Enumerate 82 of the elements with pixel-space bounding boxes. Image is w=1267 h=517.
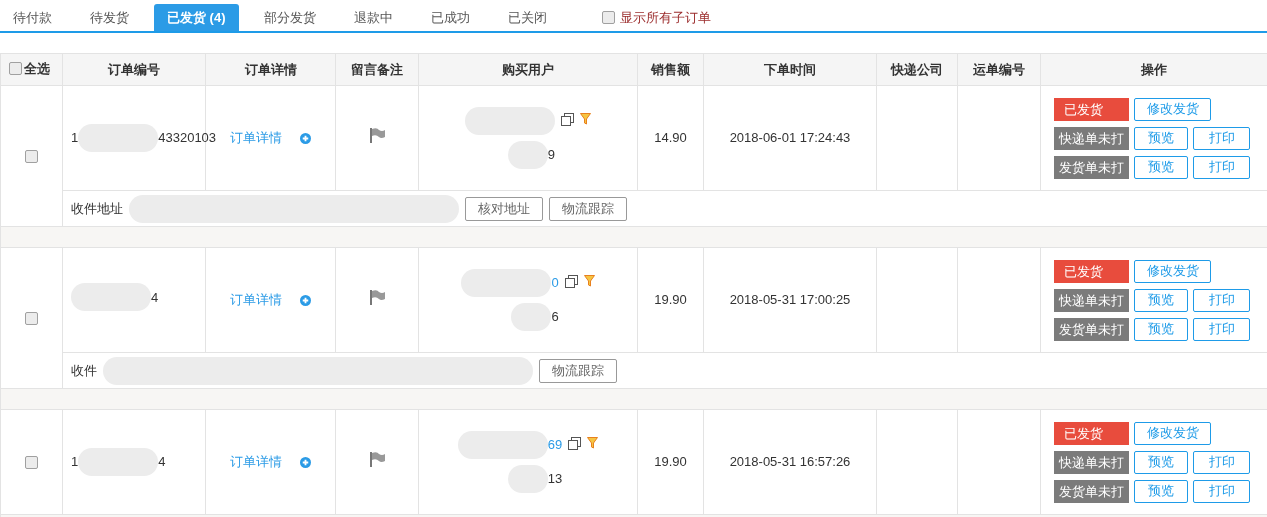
copy-icon[interactable] xyxy=(561,113,574,126)
checkbox[interactable] xyxy=(25,150,38,164)
print-button[interactable]: 打印 xyxy=(1193,479,1250,503)
sales-amount: 19.90 xyxy=(654,454,687,470)
buyer-phone: 6 xyxy=(551,308,559,327)
buyer-name[interactable]: 69 xyxy=(547,435,563,455)
column-header: 留言备注 xyxy=(351,61,403,77)
column-header: 快递公司 xyxy=(891,61,943,77)
address-label: 收件 xyxy=(71,361,97,380)
print-status-badge: 快递单未打 xyxy=(1054,450,1129,474)
sales-amount: 19.90 xyxy=(654,292,687,308)
plus-circle-icon[interactable] xyxy=(300,132,311,144)
status-badge: 已发货 xyxy=(1054,421,1129,445)
modify-shipping-button[interactable]: 修改发货 xyxy=(1134,259,1211,283)
print-button[interactable]: 打印 xyxy=(1193,317,1250,341)
plus-circle-icon[interactable] xyxy=(300,294,311,306)
status-badge: 已发货 xyxy=(1054,259,1129,283)
address-label: 收件地址 xyxy=(71,199,123,218)
buyer-phone: 13 xyxy=(547,470,563,489)
buyer-phone: 9 xyxy=(547,146,555,165)
copy-icon[interactable] xyxy=(568,437,582,450)
print-status-badge: 快递单未打 xyxy=(1054,288,1129,312)
order-time: 2018-05-31 17:00:25 xyxy=(729,292,851,308)
status-tab[interactable]: 退款中 xyxy=(340,4,406,31)
address-action-button[interactable]: 核对地址 xyxy=(465,196,543,221)
status-tab[interactable]: 已成功 xyxy=(417,4,483,31)
column-header: 运单编号 xyxy=(973,61,1025,77)
print-status-badge: 发货单未打 xyxy=(1054,479,1129,503)
order-detail-link[interactable]: 订单详情 xyxy=(230,128,282,148)
order-detail-link[interactable]: 订单详情 xyxy=(230,290,282,310)
order-number: 4 xyxy=(158,453,166,472)
preview-button[interactable]: 预览 xyxy=(1134,317,1188,341)
order-time: 2018-05-31 16:57:26 xyxy=(729,454,851,470)
filter-icon[interactable] xyxy=(583,275,595,287)
checkbox-label[interactable]: 显示所有子订单 xyxy=(619,7,711,28)
address-action-button[interactable]: 物流跟踪 xyxy=(549,196,627,221)
order-number: 43320103 xyxy=(158,129,217,148)
column-header: 操作 xyxy=(1141,61,1167,77)
checkbox[interactable] xyxy=(601,11,615,24)
print-button[interactable]: 打印 xyxy=(1193,126,1250,150)
flag-icon[interactable] xyxy=(368,289,386,306)
preview-button[interactable]: 预览 xyxy=(1134,155,1188,179)
preview-button[interactable]: 预览 xyxy=(1134,126,1188,150)
modify-shipping-button[interactable]: 修改发货 xyxy=(1134,421,1211,445)
print-button[interactable]: 打印 xyxy=(1193,155,1250,179)
column-header: 销售额 xyxy=(651,61,690,77)
print-button[interactable]: 打印 xyxy=(1193,450,1250,474)
address-action-button[interactable]: 物流跟踪 xyxy=(539,358,617,383)
buyer-name[interactable]: 0 xyxy=(551,273,559,293)
column-header: 下单时间 xyxy=(764,61,816,77)
copy-icon[interactable] xyxy=(564,275,578,288)
order-detail-link[interactable]: 订单详情 xyxy=(230,452,282,472)
sales-amount: 14.90 xyxy=(654,130,687,146)
status-tab[interactable]: 已关闭 xyxy=(494,4,560,31)
filter-icon[interactable] xyxy=(587,437,599,449)
order-number: 1 xyxy=(71,129,79,148)
filter-icon[interactable] xyxy=(580,113,591,125)
status-tab[interactable]: 待付款 xyxy=(0,4,65,31)
preview-button[interactable]: 预览 xyxy=(1134,450,1188,474)
column-header: 购买用户 xyxy=(502,61,554,77)
order-number: 4 xyxy=(151,288,159,307)
checkbox[interactable] xyxy=(25,456,38,470)
column-header: 订单编号 xyxy=(108,61,160,77)
status-badge: 已发货 xyxy=(1054,97,1129,121)
status-tab[interactable]: 待发货 xyxy=(77,4,142,31)
print-status-badge: 发货单未打 xyxy=(1054,317,1129,341)
preview-button[interactable]: 预览 xyxy=(1134,479,1188,503)
plus-circle-icon[interactable] xyxy=(300,456,311,468)
print-status-badge: 发货单未打 xyxy=(1054,155,1129,179)
print-button[interactable]: 打印 xyxy=(1193,288,1250,312)
flag-icon[interactable] xyxy=(368,127,386,144)
status-tab[interactable]: 部分发货 xyxy=(250,4,329,31)
modify-shipping-button[interactable]: 修改发货 xyxy=(1134,97,1211,121)
order-time: 2018-06-01 17:24:43 xyxy=(729,130,851,146)
column-header: 订单详情 xyxy=(244,61,297,77)
print-status-badge: 快递单未打 xyxy=(1054,126,1129,150)
checkbox[interactable] xyxy=(9,61,22,75)
status-tab[interactable]: 已发货 (4) xyxy=(154,4,239,31)
checkbox[interactable] xyxy=(25,312,38,326)
order-number: 1 xyxy=(71,453,79,472)
preview-button[interactable]: 预览 xyxy=(1134,288,1188,312)
flag-icon[interactable] xyxy=(368,451,386,468)
